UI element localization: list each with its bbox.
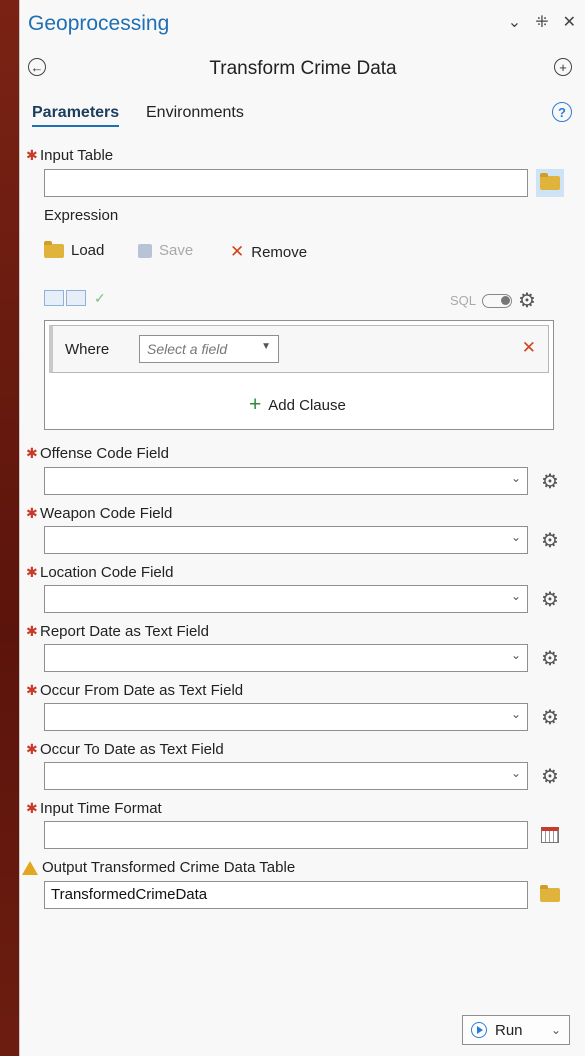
offense-code-label: ✱ Offense Code Field (26, 445, 169, 462)
window-controls: ⌄ ⁜ ✕ (508, 12, 576, 32)
warning-icon (22, 860, 38, 875)
tool-title: Transform Crime Data (209, 58, 397, 79)
expression-mode-icons: ✓ (44, 290, 106, 307)
chevron-down-icon: ⌄ (510, 648, 521, 662)
pane-title: Geoprocessing (28, 12, 170, 35)
chevron-down-icon[interactable]: ⌄ (508, 12, 521, 32)
output-table-field[interactable]: TransformedCrimeData (44, 881, 528, 909)
occur-to-label: ✱ Occur To Date as Text Field (26, 741, 224, 758)
save-icon (138, 243, 152, 258)
where-clause-row: Where Select a field ▼ ✕ (49, 325, 549, 373)
location-code-dropdown[interactable]: ⌄ (44, 585, 528, 613)
weapon-code-dropdown[interactable]: ⌄ (44, 526, 528, 554)
pin-icon[interactable]: ⁜ (535, 12, 548, 32)
report-date-dropdown[interactable]: ⌄ (44, 644, 528, 672)
plus-icon: + (249, 393, 262, 416)
chevron-down-icon: ⌄ (510, 707, 521, 721)
input-table-field[interactable] (44, 169, 528, 197)
weapon-code-label: ✱ Weapon Code Field (26, 505, 173, 522)
calendar-icon[interactable] (536, 821, 564, 849)
sql-toggle[interactable]: SQL ⚙ (450, 288, 536, 313)
location-code-label: ✱ Location Code Field (26, 564, 174, 581)
gear-icon[interactable]: ⚙ (536, 644, 564, 672)
run-button[interactable]: Run ⌄ (462, 1015, 570, 1045)
gear-icon[interactable]: ⚙ (518, 288, 536, 313)
remove-button[interactable]: ✕ Remove (230, 242, 307, 262)
expression-label: Expression (44, 207, 119, 224)
occur-to-dropdown[interactable]: ⌄ (44, 762, 528, 790)
geoprocessing-pane: Geoprocessing ⌄ ⁜ ✕ ← Transform Crime Da… (19, 0, 585, 1056)
tab-parameters[interactable]: Parameters (32, 104, 120, 127)
chevron-down-icon: ⌄ (510, 766, 521, 780)
chevron-down-icon: ⌄ (510, 471, 521, 485)
gear-icon[interactable]: ⚙ (536, 467, 564, 495)
gear-icon[interactable]: ⚙ (536, 762, 564, 790)
occur-from-dropdown[interactable]: ⌄ (44, 703, 528, 731)
load-button[interactable]: Load (44, 240, 104, 259)
occur-from-label: ✱ Occur From Date as Text Field (26, 682, 244, 699)
select-field-dropdown[interactable]: Select a field ▼ (139, 335, 279, 363)
browse-folder-icon[interactable] (536, 881, 564, 909)
toggle-switch[interactable] (482, 293, 513, 308)
delete-clause-icon[interactable]: ✕ (522, 338, 536, 358)
add-clause-button[interactable]: + Add Clause (249, 393, 346, 417)
caret-down-icon: ▼ (261, 341, 271, 352)
chevron-down-icon: ⌄ (510, 530, 521, 544)
where-label: Where (65, 341, 110, 358)
chevron-down-icon: ⌄ (510, 589, 521, 603)
add-icon[interactable]: + (554, 58, 572, 76)
required-icon: ✱ (26, 147, 38, 163)
play-icon (471, 1022, 487, 1038)
tab-environments[interactable]: Environments (146, 104, 244, 122)
map-background (0, 0, 19, 1056)
input-table-label: ✱ Input Table (26, 147, 114, 164)
gear-icon[interactable]: ⚙ (536, 703, 564, 731)
verify-check-icon[interactable]: ✓ (94, 290, 106, 307)
offense-code-dropdown[interactable]: ⌄ (44, 467, 528, 495)
folder-icon (44, 240, 64, 258)
save-button[interactable]: Save (138, 242, 193, 259)
time-format-label: ✱ Input Time Format (26, 800, 162, 817)
expression-builder: Where Select a field ▼ ✕ + Add Clause (44, 320, 554, 430)
sql-mode-icon[interactable] (66, 290, 86, 306)
help-icon[interactable]: ? (552, 102, 572, 122)
browse-folder-icon[interactable] (536, 169, 564, 197)
remove-icon: ✕ (230, 242, 245, 261)
time-format-field[interactable] (44, 821, 528, 849)
clause-mode-icon[interactable] (44, 290, 64, 306)
report-date-label: ✱ Report Date as Text Field (26, 623, 209, 640)
gear-icon[interactable]: ⚙ (536, 526, 564, 554)
output-table-label: Output Transformed Crime Data Table (22, 859, 295, 876)
chevron-down-icon[interactable]: ⌄ (551, 1023, 561, 1037)
gear-icon[interactable]: ⚙ (536, 585, 564, 613)
close-icon[interactable]: ✕ (563, 12, 576, 32)
